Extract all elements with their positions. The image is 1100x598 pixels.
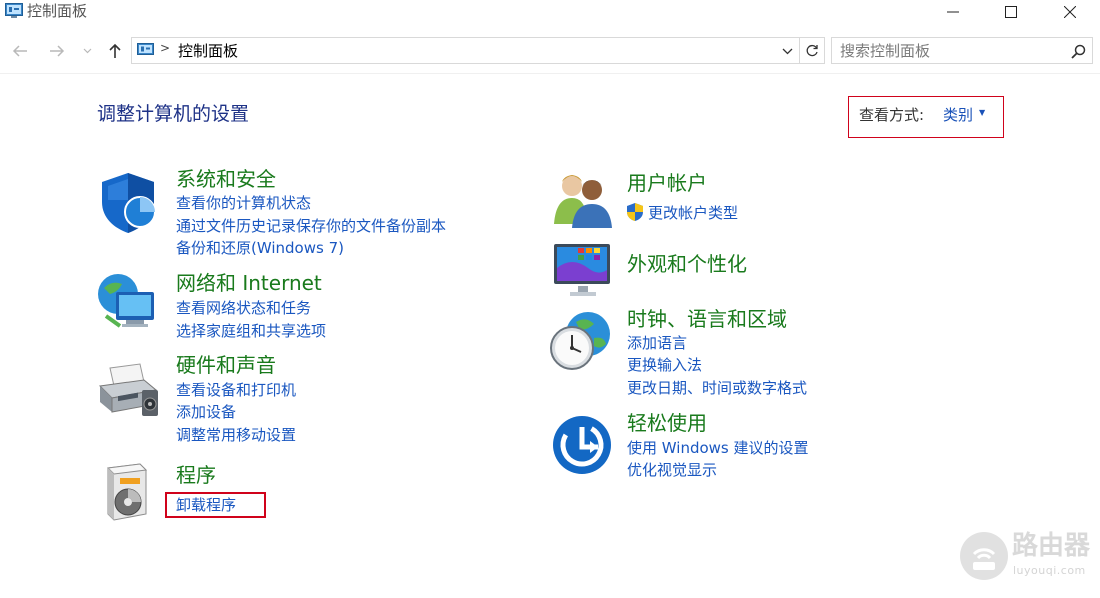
up-button[interactable] [104, 40, 126, 62]
arrow-right-icon [50, 45, 65, 57]
ease-of-access-icon [553, 416, 611, 474]
arrow-left-icon [12, 45, 27, 57]
link-add-language[interactable]: 添加语言 [627, 333, 687, 353]
arrow-up-icon [109, 43, 121, 58]
link-uninstall-program[interactable]: 卸载程序 [176, 495, 236, 515]
uac-shield-icon [627, 203, 643, 221]
link-add-device[interactable]: 添加设备 [176, 402, 236, 422]
refresh-icon [806, 44, 818, 56]
link-view-computer-status[interactable]: 查看你的计算机状态 [176, 193, 311, 213]
shield-icon [102, 173, 156, 233]
caret-down-icon: ▼ [979, 108, 986, 117]
category-title-network[interactable]: 网络和 Internet [176, 270, 322, 296]
toolbar-divider [0, 73, 1100, 74]
programs-icon [106, 463, 148, 521]
address-dropdown-button[interactable] [779, 42, 795, 60]
printer-icon [98, 363, 158, 416]
network-icon [98, 274, 154, 328]
address-bar[interactable]: > 控制面板 [131, 37, 800, 64]
link-homegroup-sharing[interactable]: 选择家庭组和共享选项 [176, 321, 326, 341]
view-by-highlight: 查看方式: 类别 ▼ [848, 96, 1004, 138]
link-mobility-settings[interactable]: 调整常用移动设置 [176, 425, 296, 445]
link-network-status[interactable]: 查看网络状态和任务 [176, 298, 311, 318]
category-title-programs[interactable]: 程序 [176, 462, 216, 488]
appearance-icon [554, 244, 610, 296]
maximize-icon [1005, 6, 1017, 18]
watermark-subtext: luyouqi.com [1013, 564, 1086, 577]
link-devices-printers[interactable]: 查看设备和打印机 [176, 380, 296, 400]
watermark-logo [960, 532, 1008, 580]
close-button[interactable] [1042, 0, 1098, 24]
link-change-account-type[interactable]: 更改帐户类型 [648, 203, 738, 223]
refresh-button[interactable] [800, 37, 825, 64]
window-title: 控制面板 [27, 2, 88, 20]
watermark-text: 路由器 [1012, 531, 1091, 561]
control-panel-icon [5, 3, 23, 18]
category-title-hardware-sound[interactable]: 硬件和声音 [176, 352, 276, 378]
view-by-label: 查看方式: [859, 106, 925, 124]
minimize-button[interactable] [925, 0, 981, 24]
category-title-appearance[interactable]: 外观和个性化 [627, 251, 747, 277]
link-windows-recommended-settings[interactable]: 使用 Windows 建议的设置 [627, 438, 809, 458]
category-title-clock-region[interactable]: 时钟、语言和区域 [627, 306, 787, 332]
breadcrumb-separator: > [160, 41, 171, 55]
forward-button[interactable] [46, 40, 68, 62]
control-panel-icon [137, 43, 154, 55]
back-button[interactable] [9, 40, 31, 62]
minimize-icon [947, 11, 959, 13]
close-icon [1064, 6, 1076, 18]
title-bar: 控制面板 [0, 0, 1100, 24]
category-title-ease-of-access[interactable]: 轻松使用 [627, 410, 707, 436]
link-backup-restore[interactable]: 备份和还原(Windows 7) [176, 238, 344, 258]
recent-locations-button[interactable] [80, 40, 94, 62]
page-title: 调整计算机的设置 [97, 103, 250, 125]
link-file-history-backup[interactable]: 通过文件历史记录保存你的文件备份副本 [176, 216, 446, 236]
link-optimize-visual-display[interactable]: 优化视觉显示 [627, 460, 717, 480]
search-button[interactable] [1068, 41, 1088, 61]
view-by-dropdown[interactable]: 类别 [943, 105, 973, 125]
search-icon [1070, 44, 1085, 59]
search-box[interactable] [831, 37, 1093, 64]
category-title-system-security[interactable]: 系统和安全 [176, 166, 276, 192]
router-icon [972, 548, 996, 570]
maximize-button[interactable] [983, 0, 1039, 24]
breadcrumb[interactable]: 控制面板 [178, 41, 238, 61]
category-title-user-accounts[interactable]: 用户帐户 [627, 170, 707, 196]
clock-globe-icon [550, 312, 610, 370]
chevron-down-icon [83, 48, 91, 54]
users-icon [554, 175, 612, 228]
link-change-date-time-format[interactable]: 更改日期、时间或数字格式 [627, 378, 807, 398]
chevron-down-icon [782, 48, 792, 54]
search-input[interactable] [833, 39, 1063, 62]
link-change-input-method[interactable]: 更换输入法 [627, 355, 702, 375]
